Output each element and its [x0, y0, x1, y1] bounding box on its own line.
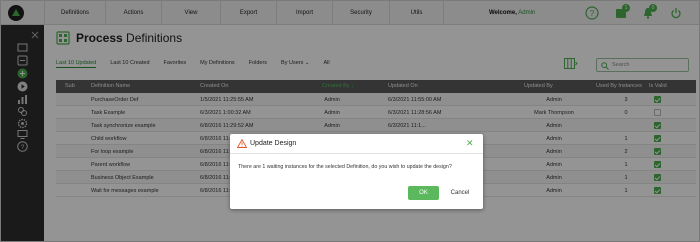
- dialog-title: Update Design: [250, 140, 297, 147]
- dialog-header: Update Design ✕: [230, 134, 483, 154]
- update-design-dialog: Update Design ✕ There are 1 waiting inst…: [230, 134, 483, 209]
- dialog-message: There are 1 waiting instances for the se…: [238, 164, 452, 170]
- app-window: Definitions Actions View Export Import S…: [0, 0, 700, 242]
- close-icon[interactable]: ✕: [466, 139, 474, 148]
- warning-icon: [237, 139, 247, 148]
- cancel-button[interactable]: Cancel: [443, 186, 477, 200]
- ok-button[interactable]: OK: [408, 186, 439, 200]
